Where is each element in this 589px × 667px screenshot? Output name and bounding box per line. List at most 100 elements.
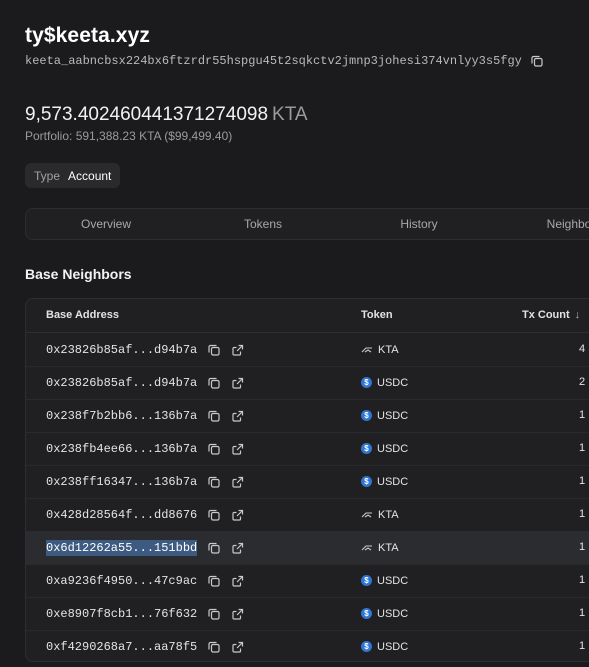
table-row[interactable]: 0x6d12262a55...151bbd KTA 1 xyxy=(26,531,589,565)
tab-overview[interactable]: Overview xyxy=(81,209,131,239)
base-address[interactable]: 0x23826b85af...d94b7a xyxy=(46,342,197,358)
header-address[interactable]: Base Address xyxy=(46,299,119,332)
external-link-icon[interactable] xyxy=(231,574,245,588)
kta-token-icon xyxy=(361,544,373,552)
type-label: Type xyxy=(34,168,61,183)
base-address[interactable]: 0x238f7b2bb6...136b7a xyxy=(46,408,197,424)
table-row[interactable]: 0x23826b85af...d94b7a USDC 2 xyxy=(26,366,589,400)
tx-count: 1 xyxy=(579,607,586,619)
usdc-token-icon xyxy=(361,377,372,388)
table-row[interactable]: 0xf4290268a7...aa78f5 USDC 1 xyxy=(26,630,589,661)
token-cell: USDC xyxy=(361,366,408,399)
address-cell: 0x23826b85af...d94b7a xyxy=(46,333,245,366)
balance-unit: KTA xyxy=(272,104,308,125)
copy-icon[interactable] xyxy=(207,574,221,588)
external-link-icon[interactable] xyxy=(231,343,245,357)
copy-icon[interactable] xyxy=(207,343,221,357)
token-symbol: USDC xyxy=(377,607,409,620)
usdc-token-icon xyxy=(361,641,372,652)
address-cell: 0x238fb4ee66...136b7a xyxy=(46,432,245,465)
token-cell: KTA xyxy=(361,498,399,531)
token-symbol: USDC xyxy=(377,475,409,488)
copy-icon[interactable] xyxy=(207,508,221,522)
copy-icon[interactable] xyxy=(207,541,221,555)
external-link-icon[interactable] xyxy=(231,376,245,390)
copy-icon[interactable] xyxy=(530,54,544,68)
address-cell: 0xa9236f4950...47c9ac xyxy=(46,564,245,597)
tx-count: 2 xyxy=(579,376,586,388)
token-symbol: KTA xyxy=(378,508,399,521)
token-symbol: USDC xyxy=(377,574,409,587)
tab-history[interactable]: History xyxy=(400,209,437,239)
type-badge: Type Account xyxy=(25,163,121,188)
external-link-icon[interactable] xyxy=(231,640,245,654)
kta-token-icon xyxy=(361,346,373,354)
tx-count: 1 xyxy=(579,574,586,586)
header-tx-count[interactable]: Tx Count ↓ xyxy=(522,299,580,332)
header-token[interactable]: Token xyxy=(361,299,393,332)
tx-count: 1 xyxy=(579,409,586,421)
table-row[interactable]: 0x238ff16347...136b7a USDC 1 xyxy=(26,465,589,499)
copy-icon[interactable] xyxy=(207,607,221,621)
token-cell: KTA xyxy=(361,531,399,564)
base-address[interactable]: 0xa9236f4950...47c9ac xyxy=(46,573,197,589)
tx-count: 1 xyxy=(579,442,586,454)
external-link-icon[interactable] xyxy=(231,541,245,555)
copy-icon[interactable] xyxy=(207,640,221,654)
table-header: Base Address Token Tx Count ↓ xyxy=(26,299,589,333)
token-cell: USDC xyxy=(361,597,408,630)
base-address[interactable]: 0xf4290268a7...aa78f5 xyxy=(46,639,197,655)
address-cell: 0x6d12262a55...151bbd xyxy=(46,531,245,564)
account-balance: 9,573.402460441371274098 KTA xyxy=(25,104,308,126)
base-address[interactable]: 0x6d12262a55...151bbd xyxy=(46,539,198,556)
type-value: Account xyxy=(68,168,112,183)
tab-bar: Overview Tokens History Neighbors xyxy=(25,208,589,240)
table-row[interactable]: 0x23826b85af...d94b7a KTA 4 xyxy=(26,333,589,367)
account-address-line: keeta_aabncbsx224bx6ftzrdr55hspgu45t2sqk… xyxy=(25,54,544,68)
external-link-icon[interactable] xyxy=(231,409,245,423)
portfolio-value: Portfolio: 591,388.23 KTA ($99,499.40) xyxy=(25,129,233,143)
tab-tokens[interactable]: Tokens xyxy=(244,209,282,239)
token-cell: USDC xyxy=(361,630,408,661)
tx-count: 1 xyxy=(579,640,586,652)
tx-count: 4 xyxy=(579,343,586,355)
table-row[interactable]: 0x428d28564f...dd8676 KTA 1 xyxy=(26,498,589,532)
table-row[interactable]: 0x238f7b2bb6...136b7a USDC 1 xyxy=(26,399,589,433)
tab-neighbors[interactable]: Neighbors xyxy=(547,209,589,239)
kta-token-icon xyxy=(361,511,373,519)
base-address[interactable]: 0x238ff16347...136b7a xyxy=(46,474,197,490)
external-link-icon[interactable] xyxy=(231,607,245,621)
external-link-icon[interactable] xyxy=(231,508,245,522)
arrow-down-icon[interactable]: ↓ xyxy=(575,299,581,332)
address-cell: 0x238ff16347...136b7a xyxy=(46,465,245,498)
base-address[interactable]: 0x238fb4ee66...136b7a xyxy=(46,441,197,457)
section-title: Base Neighbors xyxy=(25,266,132,282)
external-link-icon[interactable] xyxy=(231,442,245,456)
token-cell: USDC xyxy=(361,432,408,465)
token-symbol: KTA xyxy=(378,541,399,554)
copy-icon[interactable] xyxy=(207,475,221,489)
token-symbol: KTA xyxy=(378,343,399,356)
copy-icon[interactable] xyxy=(207,376,221,390)
table-row[interactable]: 0xa9236f4950...47c9ac USDC 1 xyxy=(26,564,589,598)
base-address[interactable]: 0x23826b85af...d94b7a xyxy=(46,375,197,391)
usdc-token-icon xyxy=(361,443,372,454)
table-row[interactable]: 0x238fb4ee66...136b7a USDC 1 xyxy=(26,432,589,466)
tx-count: 1 xyxy=(579,475,586,487)
usdc-token-icon xyxy=(361,608,372,619)
usdc-token-icon xyxy=(361,410,372,421)
account-address: keeta_aabncbsx224bx6ftzrdr55hspgu45t2sqk… xyxy=(25,54,522,68)
external-link-icon[interactable] xyxy=(231,475,245,489)
usdc-token-icon xyxy=(361,476,372,487)
copy-icon[interactable] xyxy=(207,442,221,456)
balance-value: 9,573.402460441371274098 xyxy=(25,104,269,125)
token-symbol: USDC xyxy=(377,409,409,422)
address-cell: 0x428d28564f...dd8676 xyxy=(46,498,245,531)
token-symbol: USDC xyxy=(377,442,409,455)
copy-icon[interactable] xyxy=(207,409,221,423)
base-address[interactable]: 0xe8907f8cb1...76f632 xyxy=(46,606,197,622)
table-row[interactable]: 0xe8907f8cb1...76f632 USDC 1 xyxy=(26,597,589,631)
tx-count: 1 xyxy=(579,508,586,520)
neighbors-table: Base Address Token Tx Count ↓ 0x23826b85a… xyxy=(25,298,589,662)
base-address[interactable]: 0x428d28564f...dd8676 xyxy=(46,507,197,523)
